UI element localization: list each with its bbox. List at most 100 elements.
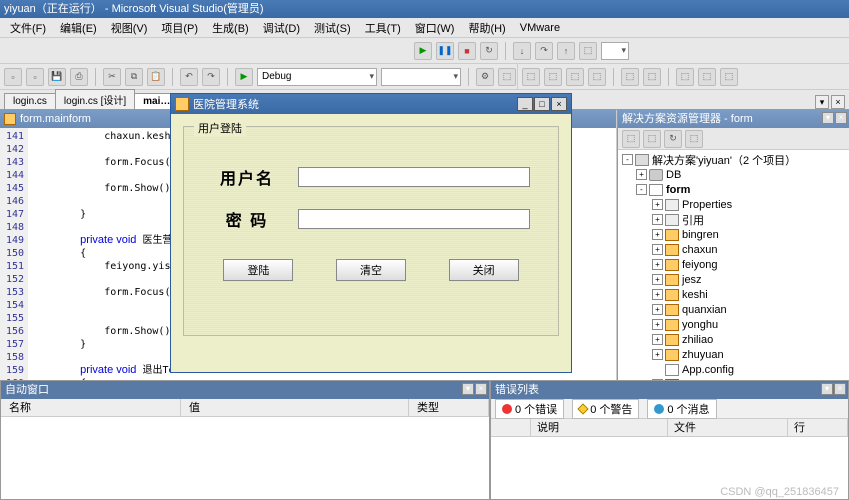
expand-icon[interactable]: + — [652, 244, 663, 255]
close-button[interactable]: × — [551, 97, 567, 111]
tool-button[interactable]: ⬚ — [522, 68, 540, 86]
col-desc[interactable]: 说明 — [531, 419, 668, 436]
tab-dropdown-button[interactable]: ▾ — [815, 95, 829, 109]
undo-button[interactable]: ↶ — [180, 68, 198, 86]
close-icon[interactable]: × — [834, 383, 846, 395]
tool-button[interactable]: ⬚ — [643, 68, 661, 86]
expand-icon[interactable]: + — [652, 199, 663, 210]
col-value[interactable]: 值 — [181, 399, 409, 416]
col-file[interactable]: 文件 — [668, 419, 788, 436]
clear-button[interactable]: 清空 — [336, 259, 406, 281]
expand-icon[interactable]: + — [652, 214, 663, 225]
pin-icon[interactable]: ▾ — [822, 112, 834, 124]
tool-button[interactable]: ⬚ — [588, 68, 606, 86]
config-combo[interactable]: Debug — [257, 68, 377, 86]
platform-combo[interactable] — [381, 68, 461, 86]
tool-button[interactable]: ⬚ — [698, 68, 716, 86]
expand-icon[interactable]: - — [622, 154, 633, 165]
expand-icon[interactable]: + — [652, 349, 663, 360]
tool-button[interactable]: ⬚ — [566, 68, 584, 86]
close-icon[interactable]: × — [475, 383, 487, 395]
solution-tree[interactable]: - 解决方案'yiyuan'（2 个项目） +DB-form+Propertie… — [618, 150, 849, 406]
col-type[interactable]: 类型 — [409, 399, 489, 416]
panel-titlebar[interactable]: 错误列表 ▾× — [491, 381, 848, 399]
step-into-button[interactable]: ↓ — [513, 42, 531, 60]
menu-item[interactable]: 窗口(W) — [409, 19, 461, 37]
tree-node[interactable]: App.config — [618, 362, 849, 377]
password-input[interactable] — [298, 209, 530, 229]
redo-button[interactable]: ↷ — [202, 68, 220, 86]
menu-item[interactable]: 测试(S) — [308, 19, 357, 37]
pin-icon[interactable]: ▾ — [821, 383, 833, 395]
pause-button[interactable]: ❚❚ — [436, 42, 454, 60]
tree-node[interactable]: +jesz — [618, 272, 849, 287]
saveall-button[interactable]: ⎙ — [70, 68, 88, 86]
close-icon[interactable]: × — [835, 112, 847, 124]
document-tab[interactable]: login.cs — [4, 93, 56, 109]
continue-button[interactable]: ▶ — [414, 42, 432, 60]
expand-icon[interactable]: + — [652, 304, 663, 315]
copy-button[interactable]: ⧉ — [125, 68, 143, 86]
document-tab[interactable]: login.cs [设计] — [55, 89, 135, 109]
menu-item[interactable]: 帮助(H) — [462, 19, 511, 37]
thread-combo[interactable] — [601, 42, 629, 60]
menu-item[interactable]: 调试(D) — [257, 19, 306, 37]
maximize-button[interactable]: □ — [534, 97, 550, 111]
showall-button[interactable]: ⬚ — [643, 130, 661, 148]
tree-node[interactable]: +feiyong — [618, 257, 849, 272]
tool-button[interactable]: ⬚ — [720, 68, 738, 86]
step-out-button[interactable]: ↑ — [557, 42, 575, 60]
col-line[interactable]: 行 — [788, 419, 848, 436]
properties-button[interactable]: ⬚ — [622, 130, 640, 148]
tree-node[interactable]: +Properties — [618, 197, 849, 212]
refresh-button[interactable]: ↻ — [664, 130, 682, 148]
tool-button[interactable]: ⬚ — [676, 68, 694, 86]
expand-icon[interactable]: + — [652, 334, 663, 345]
tool-button[interactable]: ⬚ — [544, 68, 562, 86]
expand-icon[interactable]: + — [652, 229, 663, 240]
error-filter-tab[interactable]: 0 个消息 — [647, 399, 716, 419]
new-button[interactable]: ▫ — [4, 68, 22, 86]
tree-node[interactable]: +zhiliao — [618, 332, 849, 347]
menu-item[interactable]: 文件(F) — [4, 19, 52, 37]
error-filter-tab[interactable]: 0 个错误 — [495, 399, 564, 419]
tool-button[interactable]: ⬚ — [498, 68, 516, 86]
expand-icon[interactable]: - — [636, 184, 647, 195]
tree-node[interactable]: +chaxun — [618, 242, 849, 257]
tree-node[interactable]: +bingren — [618, 227, 849, 242]
stop-button[interactable]: ■ — [458, 42, 476, 60]
tool-button[interactable]: ⬚ — [621, 68, 639, 86]
expand-icon[interactable]: + — [652, 274, 663, 285]
expand-icon[interactable]: + — [636, 169, 647, 180]
minimize-button[interactable]: _ — [517, 97, 533, 111]
menu-item[interactable]: 视图(V) — [105, 19, 154, 37]
tree-node[interactable]: +yonghu — [618, 317, 849, 332]
save-button[interactable]: 💾 — [48, 68, 66, 86]
step-over-button[interactable]: ↷ — [535, 42, 553, 60]
panel-titlebar[interactable]: 解决方案资源管理器 - form ▾× — [618, 110, 849, 128]
grid-body[interactable] — [1, 417, 489, 499]
username-input[interactable] — [298, 167, 530, 187]
start-button[interactable]: ▶ — [235, 68, 253, 86]
menu-item[interactable]: 项目(P) — [155, 19, 204, 37]
tree-node[interactable]: +DB — [618, 167, 849, 182]
menu-item[interactable]: VMware — [514, 21, 566, 35]
cut-button[interactable]: ✂ — [103, 68, 121, 86]
col-icon[interactable] — [491, 419, 531, 436]
paste-button[interactable]: 📋 — [147, 68, 165, 86]
tree-node[interactable]: +引用 — [618, 212, 849, 227]
menu-item[interactable]: 生成(B) — [206, 19, 255, 37]
tree-node[interactable]: +quanxian — [618, 302, 849, 317]
expand-icon[interactable]: + — [652, 289, 663, 300]
dialog-titlebar[interactable]: 医院管理系统 _ □ × — [171, 94, 571, 114]
restart-button[interactable]: ↻ — [480, 42, 498, 60]
panel-titlebar[interactable]: 自动窗口 ▾× — [1, 381, 489, 399]
expand-icon[interactable]: + — [652, 259, 663, 270]
open-button[interactable]: ▫ — [26, 68, 44, 86]
menu-item[interactable]: 编辑(E) — [54, 19, 103, 37]
viewcode-button[interactable]: ⬚ — [685, 130, 703, 148]
tree-node[interactable]: +zhuyuan — [618, 347, 849, 362]
hex-button[interactable]: ⬚ — [579, 42, 597, 60]
tool-button[interactable]: ⚙ — [476, 68, 494, 86]
col-name[interactable]: 名称 — [1, 399, 181, 416]
